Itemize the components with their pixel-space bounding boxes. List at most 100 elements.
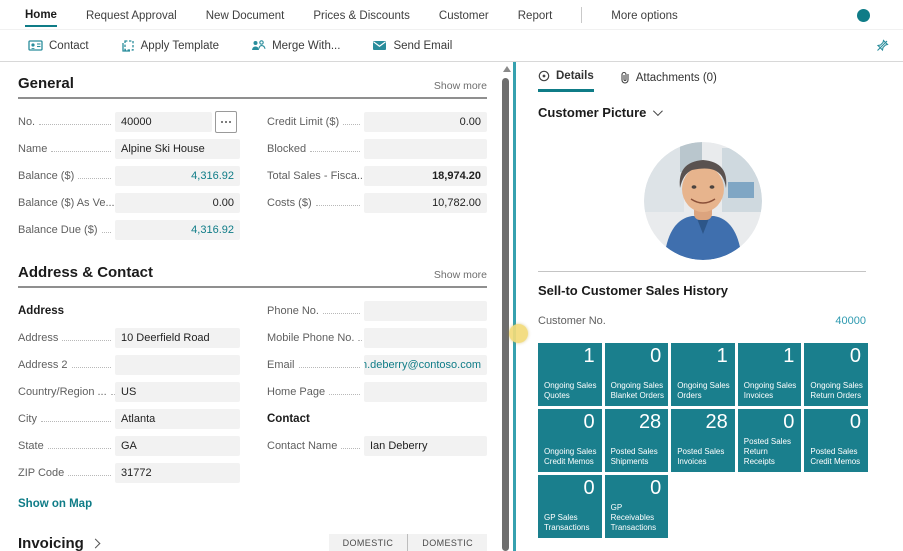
tab-details[interactable]: Details: [538, 70, 594, 92]
tile-posted-sales-invoices[interactable]: 28Posted Sales Invoices: [671, 409, 735, 472]
mobile-phone-no-input[interactable]: [364, 328, 487, 348]
tile-posted-sales-return-receipts[interactable]: 0Posted Sales Return Receipts: [738, 409, 802, 472]
field-label: Address 2: [18, 359, 115, 371]
tile-ongoing-sales-invoices[interactable]: 1Ongoing Sales Invoices: [738, 343, 802, 406]
field-label: Phone No.: [267, 305, 364, 317]
toolbar-apply-template-button[interactable]: Apply Template: [121, 39, 219, 52]
total-sales-fisca-input[interactable]: 18,974.20: [364, 166, 487, 186]
tile-ongoing-sales-return-orders[interactable]: 0Ongoing Sales Return Orders: [804, 343, 868, 406]
menu-item-new-document[interactable]: New Document: [206, 4, 285, 26]
costs-input[interactable]: 10,782.00: [364, 193, 487, 213]
tile-gp-receivables-transactions[interactable]: 0GP Receivables Transactions: [605, 475, 669, 538]
dotted-leader: [51, 151, 111, 152]
tile-ongoing-sales-credit-memos[interactable]: 0Ongoing Sales Credit Memos: [538, 409, 602, 472]
credit-limit-input[interactable]: 0.00: [364, 112, 487, 132]
home-page-input[interactable]: [364, 382, 487, 402]
field-label-text: Email: [267, 359, 295, 371]
balance-as-ve-input[interactable]: 0.00: [115, 193, 240, 213]
field-label: Blocked: [267, 143, 364, 155]
general-section-title[interactable]: General: [18, 75, 74, 92]
toolbar-merge-with-button[interactable]: Merge With...: [251, 39, 340, 52]
invoicing-section-header[interactable]: Invoicing DOMESTICDOMESTIC: [18, 534, 487, 551]
contact-name-input[interactable]: Ian Deberry: [364, 436, 487, 456]
city-input[interactable]: Atlanta: [115, 409, 240, 429]
menu-item-home[interactable]: Home: [25, 3, 57, 27]
toolbar-contact-button[interactable]: Contact: [28, 39, 89, 52]
menu-item-customer[interactable]: Customer: [439, 4, 489, 26]
blocked-input[interactable]: [364, 139, 487, 159]
phone-no-input[interactable]: [364, 301, 487, 321]
field-label-text: Costs ($): [267, 197, 312, 209]
unpin-icon[interactable]: [876, 39, 889, 57]
dotted-leader: [323, 313, 360, 314]
field-country-region: Country/Region ...US: [18, 382, 240, 402]
customer-card-form: General Show more No.40000NameAlpine Ski…: [0, 62, 502, 551]
tile-ongoing-sales-orders[interactable]: 1Ongoing Sales Orders: [671, 343, 735, 406]
field-state: StateGA: [18, 436, 240, 456]
field-phone-no: Phone No.: [267, 301, 487, 321]
tile-ongoing-sales-blanket-orders[interactable]: 0Ongoing Sales Blanket Orders: [605, 343, 669, 406]
toolbar-label: Merge With...: [272, 40, 340, 52]
address-input[interactable]: 10 Deerfield Road: [115, 328, 240, 348]
tile-posted-sales-credit-memos[interactable]: 0Posted Sales Credit Memos: [804, 409, 868, 472]
no-input[interactable]: 40000: [115, 112, 212, 132]
left-scrollbar[interactable]: [502, 78, 509, 551]
field-value: 4,316.92: [191, 170, 234, 182]
field-label: No.: [18, 116, 115, 128]
address-section-title[interactable]: Address & Contact: [18, 264, 153, 281]
customer-picture-header[interactable]: Customer Picture: [538, 105, 660, 120]
field-home-page: Home Page: [267, 382, 487, 402]
customer-photo[interactable]: [644, 142, 762, 260]
address-show-more-link[interactable]: Show more: [434, 269, 487, 281]
dotted-leader: [102, 232, 112, 233]
address-2-input[interactable]: [115, 355, 240, 375]
field-blocked: Blocked: [267, 139, 487, 159]
menu-item-prices-discounts[interactable]: Prices & Discounts: [313, 4, 410, 26]
tile-label: Ongoing Sales Return Orders: [810, 381, 865, 401]
scroll-up-arrow-icon[interactable]: [503, 66, 511, 72]
tile-posted-sales-shipments[interactable]: 28Posted Sales Shipments: [605, 409, 669, 472]
tile-gp-sales-transactions[interactable]: 0GP Sales Transactions: [538, 475, 602, 538]
menu-item-more-options[interactable]: More options: [611, 4, 677, 26]
address-fields-left: Address10 Deerfield RoadAddress 2Country…: [18, 328, 240, 483]
tab-attachments-0[interactable]: Attachments (0): [620, 70, 717, 92]
show-on-map-link[interactable]: Show on Map: [18, 498, 92, 510]
zip-code-input[interactable]: 31772: [115, 463, 240, 483]
field-value: 10,782.00: [432, 197, 481, 209]
field-value: 31772: [121, 467, 152, 479]
general-show-more-link[interactable]: Show more: [434, 80, 487, 92]
name-input[interactable]: Alpine Ski House: [115, 139, 240, 159]
field-value: 0.00: [460, 116, 481, 128]
field-label: Email: [267, 359, 364, 371]
toolbar-send-email-button[interactable]: Send Email: [372, 40, 452, 52]
tile-label: Ongoing Sales Blanket Orders: [611, 381, 666, 401]
tile-value: 0: [583, 411, 594, 434]
menu-item-request-approval[interactable]: Request Approval: [86, 4, 177, 26]
country-region-input[interactable]: US: [115, 382, 240, 402]
menu-item-report[interactable]: Report: [518, 4, 553, 26]
factbox-pane: Details Attachments (0) Customer Picture: [516, 62, 903, 551]
balance-due-input[interactable]: 4,316.92: [115, 220, 240, 240]
send-email-icon: [372, 40, 387, 51]
dotted-leader: [72, 367, 111, 368]
field-label: Costs ($): [267, 197, 364, 209]
field-label-text: City: [18, 413, 37, 425]
ribbon-menu: Home Request Approval New Document Prices &…: [0, 0, 903, 30]
contact-card-icon: [28, 39, 43, 52]
invoicing-tag[interactable]: DOMESTIC: [407, 534, 487, 551]
balance-input[interactable]: 4,316.92: [115, 166, 240, 186]
customer-no-value[interactable]: 40000: [835, 315, 866, 327]
dotted-leader: [39, 124, 111, 125]
email-input[interactable]: ian.deberry@contoso.com: [364, 355, 487, 375]
action-toolbar: Contact Apply Template Merge With... Send E…: [0, 30, 903, 62]
help-badge-icon[interactable]: [857, 9, 870, 22]
chevron-down-icon: [653, 106, 663, 116]
tile-label: GP Sales Transactions: [544, 513, 599, 533]
field-label-text: Mobile Phone No.: [267, 332, 354, 344]
field-label-text: No.: [18, 116, 35, 128]
state-input[interactable]: GA: [115, 436, 240, 456]
tile-ongoing-sales-quotes[interactable]: 1Ongoing Sales Quotes: [538, 343, 602, 406]
field-value: 18,974.20: [432, 170, 481, 182]
assist-edit-button[interactable]: [215, 111, 237, 133]
invoicing-tag[interactable]: DOMESTIC: [329, 534, 408, 551]
